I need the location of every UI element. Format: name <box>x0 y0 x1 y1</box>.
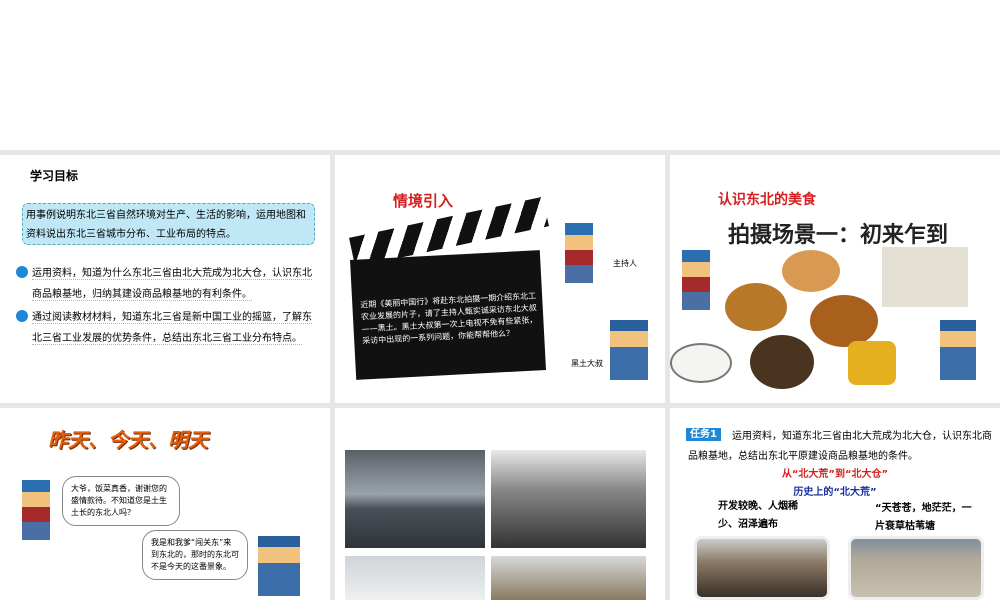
host-label: 主持人 <box>613 259 637 268</box>
food-image <box>725 283 787 331</box>
food-image <box>882 247 968 307</box>
clapperboard: 近期《美丽中国行》将赴东北拍摄一期介绍东北工农业发展的片子，请了主持人甄实诚采访… <box>349 250 547 380</box>
grassland-photo <box>848 536 984 600</box>
host-character <box>565 223 593 283</box>
section-subheading: 历史上的“北大荒” <box>793 487 877 498</box>
uncle-character <box>610 320 648 380</box>
slide-thumbnail-1[interactable]: 学习目标 用事例说明东北三省自然环境对生产、生活的影响，运用地图和资料说出东北三… <box>0 155 330 403</box>
left-description: 开发较晚、人烟稀少、沼泽遍布 <box>718 501 798 530</box>
right-description: “天苍苍，地茫茫，一片衰草枯苇塘 <box>875 503 972 532</box>
field-photo <box>491 556 646 600</box>
goal-box: 用事例说明东北三省自然环境对生产、生活的影响，运用地图和资料说出东北三省城市分布… <box>22 203 315 245</box>
uncle-character <box>258 536 300 596</box>
food-image <box>782 250 840 292</box>
host-character <box>22 480 50 540</box>
pencil-icon <box>16 266 28 278</box>
blank-header-area <box>0 0 1000 150</box>
speech-bubble-uncle: 我是和我爹“闯关东”来到东北的，那时的东北可不是今天的这番景象。 <box>142 530 248 580</box>
slide-title: 昨天、今天、明天 <box>48 428 208 452</box>
objective-item: 运用资料，知道为什么东北三省由北大荒成为北大仓，认识东北商品粮基地，归纳其建设商… <box>32 268 312 301</box>
objective-item: 通过阅读教材材料，知道东北三省是新中国工业的摇篮，了解东北三省工业发展的优势条件… <box>32 312 312 345</box>
pencil-icon <box>16 310 28 322</box>
food-image <box>670 343 732 383</box>
clapperboard-text: 近期《美丽中国行》将赴东北拍摄一期介绍东北工农业发展的片子，请了主持人甄实诚采访… <box>360 291 538 346</box>
slide-thumbnail-2[interactable]: 情境引入 近期《美丽中国行》将赴东北拍摄一期介绍东北工农业发展的片子，请了主持人… <box>335 155 665 403</box>
slide-thumbnail-3[interactable]: 认识东北的美食 拍摄场景一：初来乍到 <box>670 155 1000 403</box>
slide-thumbnail-4[interactable]: 昨天、今天、明天 大爷，饭菜真香，谢谢您的盛情款待。不知道您是土生土长的东北人吗… <box>0 408 330 600</box>
task-text: 运用资料，知道东北三省由北大荒成为北大仓，认识东北商品粮基地，总结出东北平原建设… <box>688 431 992 462</box>
workers-photo <box>491 450 646 548</box>
wetland-photo <box>345 450 485 548</box>
uncle-character <box>940 320 976 380</box>
food-image <box>848 341 896 385</box>
slide-title: 情境引入 <box>393 192 454 210</box>
reclamation-photo <box>694 536 830 600</box>
slide-thumbnail-5[interactable] <box>335 408 665 600</box>
food-image <box>810 295 878 347</box>
slide-title: 认识东北的美食 <box>718 192 816 208</box>
slide-thumbnail-6[interactable]: 任务1 运用资料，知道东北三省由北大荒成为北大仓，认识东北商品粮基地，总结出东北… <box>670 408 1000 600</box>
section-heading: 从“北大荒”到“北大仓” <box>781 469 889 480</box>
slide-subtitle: 拍摄场景一：初来乍到 <box>728 223 949 248</box>
snow-photo <box>345 556 485 600</box>
host-character <box>682 250 710 310</box>
slide-title: 学习目标 <box>30 169 79 183</box>
uncle-label: 黑土大叔 <box>571 359 603 368</box>
speech-bubble-host: 大爷，饭菜真香，谢谢您的盛情款待。不知道您是土生土长的东北人吗？ <box>62 476 180 526</box>
food-image <box>750 335 814 389</box>
